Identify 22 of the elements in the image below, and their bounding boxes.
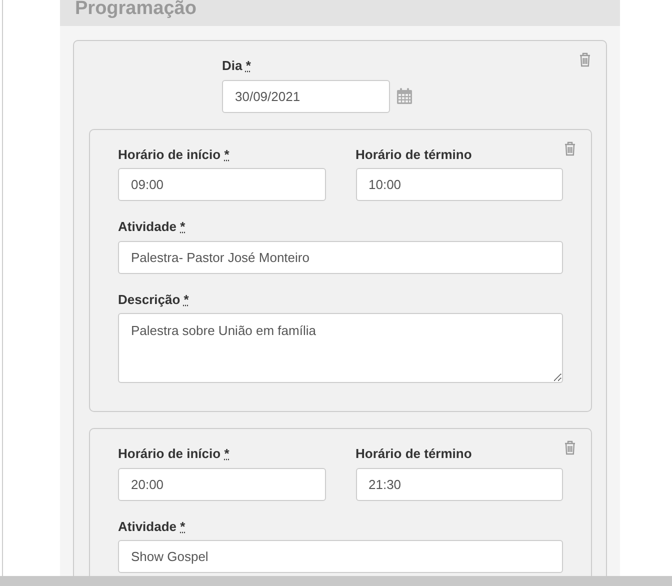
field-label: Horário de término [356, 445, 472, 463]
field-label: Atividade * [118, 518, 186, 536]
field-label: Descrição * [118, 290, 189, 309]
time-field[interactable]: 10:00 [356, 168, 563, 201]
field-label: Dia * [222, 57, 251, 75]
time-field[interactable]: 21:30 [356, 468, 563, 500]
calendar-icon[interactable] [396, 88, 412, 104]
horizontal-scrollbar[interactable] [0, 576, 672, 586]
field-label: Horário de início * [118, 445, 230, 463]
text-field[interactable]: Palestra- Pastor José Monteiro [118, 240, 563, 274]
section-title: Programação [75, 0, 196, 21]
field-label: Horário de início * [118, 146, 230, 164]
trash-icon[interactable] [564, 440, 576, 455]
field-label: Atividade * [118, 218, 186, 236]
date-field[interactable]: 30/09/2021 [222, 80, 390, 112]
time-field[interactable]: 09:00 [118, 168, 326, 201]
field-label: Horário de término [356, 146, 472, 164]
time-field[interactable]: 20:00 [118, 468, 326, 500]
description-field[interactable]: Palestra sobre União em família [118, 313, 563, 383]
text-field[interactable]: Show Gospel [118, 540, 563, 573]
trash-icon[interactable] [564, 140, 576, 156]
trash-icon[interactable] [579, 52, 591, 67]
